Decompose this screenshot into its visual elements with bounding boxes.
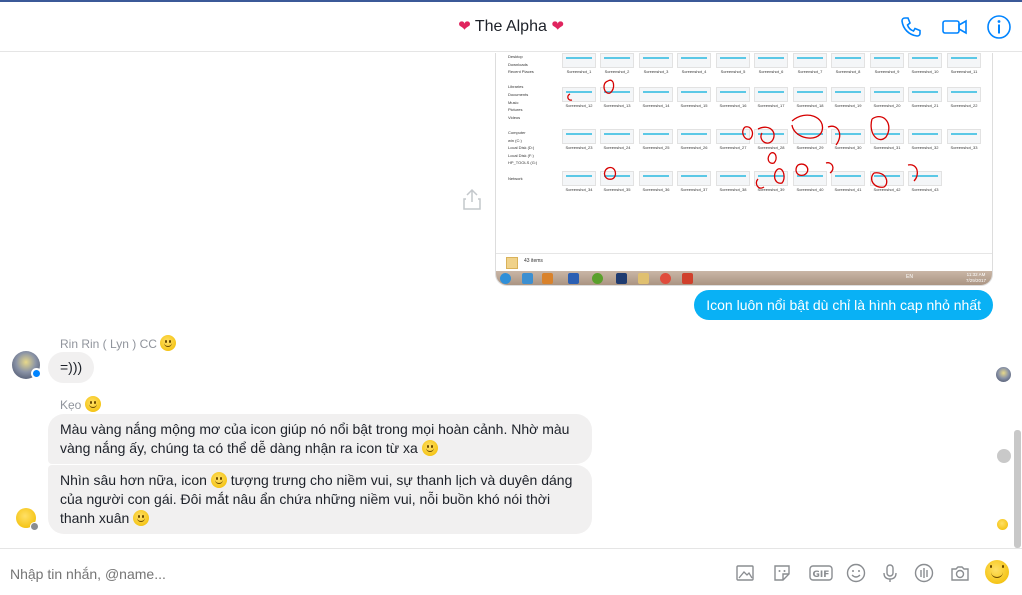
windows-taskbar: EN 11:32 AM 7/29/2017 [496, 271, 992, 285]
messenger-badge-icon [31, 368, 42, 379]
folder-icon [506, 257, 518, 269]
shared-screenshot-image[interactable]: Desktop Downloads Recent Places Libraries Do… [495, 53, 993, 286]
word-icon [568, 273, 579, 284]
message-input[interactable] [10, 563, 610, 585]
my-message-bubble[interactable]: Icon luôn nổi bật dù chỉ là hình cap nhỏ… [694, 290, 993, 320]
smile-emoji-icon [133, 510, 150, 526]
image-icon[interactable] [734, 562, 756, 584]
message-text: Màu vàng nắng mộng mơ của icon giúp nó n… [60, 421, 570, 456]
conversation-title-text: The Alpha [474, 18, 547, 35]
facebook-badge-icon [30, 522, 39, 531]
sender-name-text: Rin Rin ( Lyn ) CC [60, 337, 157, 351]
gif-icon[interactable]: GIF [808, 562, 834, 584]
smile-emoji-icon [160, 335, 177, 351]
ie-icon [522, 273, 533, 284]
smile-emoji-icon [210, 472, 227, 488]
sender-name: Rin Rin ( Lyn ) CC [60, 335, 177, 351]
info-icon[interactable] [986, 14, 1012, 40]
microphone-icon[interactable] [879, 562, 901, 584]
avatar[interactable] [12, 351, 42, 379]
red-annotation-circles [567, 79, 919, 189]
photoshop-icon [616, 273, 627, 284]
share-icon[interactable] [461, 187, 483, 211]
tray-time: 11:32 AM [966, 272, 986, 277]
app2-icon [682, 273, 693, 284]
message-bubble[interactable]: =))) [48, 352, 95, 383]
conversation-title[interactable]: ❤ The Alpha ❤ [0, 17, 1022, 36]
seen-avatar [997, 519, 1008, 530]
svg-text:GIF: GIF [813, 570, 830, 580]
camera-icon[interactable] [949, 562, 971, 584]
red-heart-icon: ❤ [551, 18, 564, 35]
message-bubble[interactable]: Màu vàng nắng mộng mơ của icon giúp nó n… [48, 414, 592, 464]
seen-avatar [996, 367, 1011, 382]
avatar[interactable] [16, 508, 39, 531]
explorer-status-bar: 43 items [496, 253, 992, 272]
tray-date: 7/29/2017 [966, 278, 987, 283]
tray-language: EN [906, 274, 913, 280]
start-icon [500, 273, 511, 284]
emoji-icon[interactable] [845, 562, 867, 584]
smile-emoji-icon [421, 440, 438, 456]
video-camera-icon[interactable] [941, 14, 969, 40]
chrome-icon [660, 273, 671, 284]
audio-icon[interactable] [913, 562, 935, 584]
message-bubble[interactable]: Nhìn sâu hơn nữa, icon tượng trưng cho n… [48, 465, 592, 534]
phone-icon[interactable] [898, 14, 924, 40]
scrollbar[interactable] [1014, 430, 1021, 548]
red-heart-icon: ❤ [458, 18, 471, 35]
like-emoji-icon[interactable] [985, 560, 1009, 584]
media-icon [542, 273, 553, 284]
chat-header: ❤ The Alpha ❤ [0, 2, 1022, 52]
sender-name-text: Kẹo [60, 398, 82, 412]
smile-emoji-icon [84, 396, 101, 412]
sticker-icon[interactable] [771, 562, 793, 584]
tray-clock: 11:32 AM 7/29/2017 [966, 272, 986, 284]
item-count: 43 items [524, 258, 543, 264]
sender-name: Kẹo [60, 396, 101, 412]
message-composer: GIF [0, 548, 1022, 595]
message-thread[interactable]: Desktop Downloads Recent Places Libraries Do… [0, 53, 1022, 547]
explorer-icon [638, 273, 649, 284]
message-text: Nhìn sâu hơn nữa, icon [60, 472, 207, 488]
seen-avatar [997, 449, 1011, 463]
app-icon [592, 273, 603, 284]
